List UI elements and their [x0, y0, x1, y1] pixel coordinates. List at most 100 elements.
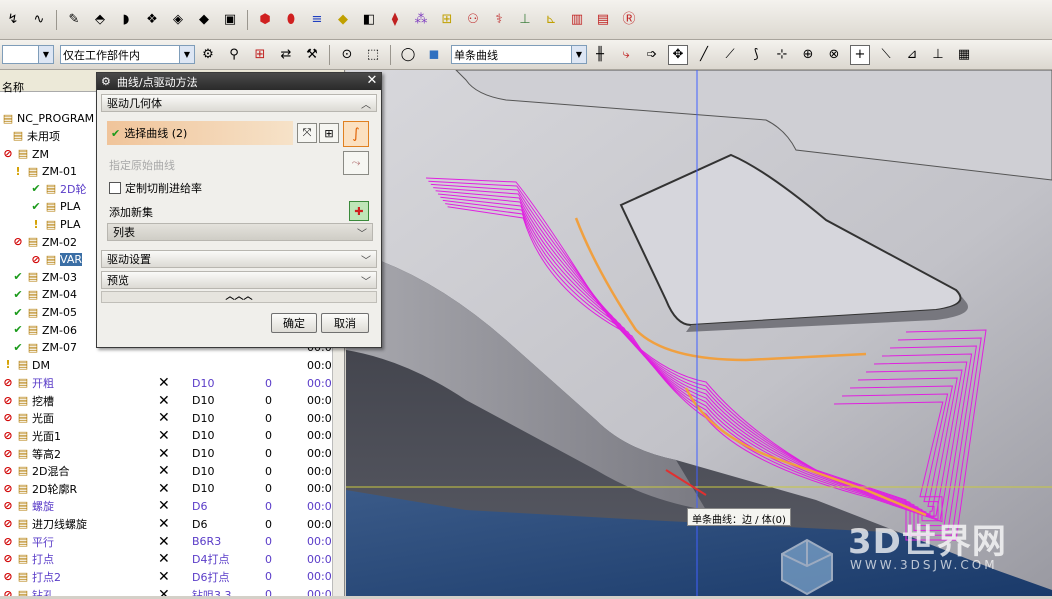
- layer-icon[interactable]: ≡: [307, 10, 327, 30]
- item-name: ZM: [32, 147, 50, 161]
- column-name-header[interactable]: 名称: [2, 79, 24, 94]
- list-item[interactable]: ⊘ ▤ 挖槽 ✕ D10 0 00:0: [0, 392, 344, 410]
- dialog-titlebar[interactable]: ⚙ 曲线/点驱动方法 ✕: [97, 73, 381, 90]
- ok-button[interactable]: 确定: [271, 313, 317, 333]
- feature-curves-icon[interactable]: ➩: [642, 45, 662, 65]
- grid-icon[interactable]: ⊞: [437, 10, 457, 30]
- cube-icon[interactable]: ◧: [359, 10, 379, 30]
- add-curve-icon[interactable]: ⊞: [319, 123, 339, 143]
- axis-icon[interactable]: ⊾: [541, 10, 561, 30]
- curve-point-drive-dialog: ⚙ 曲线/点驱动方法 ✕ 驱动几何体 ︿ ✔ 选择曲线 (2) ⤧ ⊞ ∫ 指定…: [96, 72, 382, 348]
- midpoint-icon[interactable]: ⟋: [720, 45, 740, 65]
- chevron-down-icon[interactable]: ﹀: [357, 225, 367, 240]
- chevron-up-icon[interactable]: ︿: [361, 96, 371, 111]
- list-header[interactable]: 列表 ﹀: [107, 223, 373, 241]
- chevron-down-icon[interactable]: ﹀: [361, 252, 371, 267]
- curve-select-icon[interactable]: ∫: [343, 121, 369, 147]
- start-curve-icon[interactable]: ⤳: [343, 151, 369, 175]
- point-icon[interactable]: ⚇: [463, 10, 483, 30]
- operation-icon: ▤: [27, 164, 39, 178]
- scope-filter-combo[interactable]: 仅在工作部件内 ▼: [60, 45, 195, 64]
- chevron-down-icon[interactable]: ▼: [179, 46, 194, 63]
- part-icon[interactable]: ▥: [567, 10, 587, 30]
- box-icon[interactable]: ◼: [424, 45, 444, 65]
- list-item[interactable]: ⊘ ▤ 螺旋 ✕ D6 0 00:0: [0, 498, 344, 516]
- rectangle-select-icon[interactable]: ⬚: [363, 45, 383, 65]
- list-item[interactable]: ⊘ ▤ 2D轮廓R ✕ D10 0 00:0: [0, 480, 344, 498]
- cylinder-icon[interactable]: ⬮: [281, 10, 301, 30]
- chevron-down-icon[interactable]: ﹀: [361, 273, 371, 288]
- existing-point-icon[interactable]: +: [850, 44, 870, 65]
- render-icon[interactable]: ⬢: [255, 10, 275, 30]
- item-number: 0: [265, 552, 272, 566]
- extrude-icon[interactable]: ⬘: [90, 10, 110, 30]
- reverse-direction-icon[interactable]: ⤧: [297, 123, 317, 143]
- list-item[interactable]: ⊘ ▤ 2D混合 ✕ D10 0 00:0: [0, 462, 344, 480]
- section-drive-geometry[interactable]: 驱动几何体 ︿: [101, 94, 377, 112]
- measure-icon[interactable]: ⊥: [515, 10, 535, 30]
- chevron-down-icon[interactable]: ▼: [571, 46, 586, 63]
- list-item[interactable]: ⊘ ▤ 打点 ✕ D4打点 0 00:0: [0, 551, 344, 569]
- list-item[interactable]: ⊘ ▤ 光面 ✕ D10 0 00:0: [0, 410, 344, 428]
- list-item[interactable]: ⊘ ▤ 钻孔 ✕ 钻咀3.3 0 00:0: [0, 586, 344, 596]
- list-item[interactable]: ! ▤ DM 00:0: [0, 357, 344, 375]
- assembly-filter-icon[interactable]: ⚙: [198, 45, 218, 65]
- cancel-button[interactable]: 取消: [321, 313, 369, 333]
- sweep-icon[interactable]: ❖: [142, 10, 162, 30]
- close-icon[interactable]: ✕: [365, 74, 379, 88]
- snap-point-toggle-icon[interactable]: ✥: [668, 44, 688, 65]
- analysis-icon[interactable]: ⚕: [489, 10, 509, 30]
- operation-icon: ▤: [45, 199, 57, 213]
- arc-center-icon[interactable]: ⊕: [798, 45, 818, 65]
- blend-icon[interactable]: ◈: [168, 10, 188, 30]
- revolve-icon[interactable]: ◗: [116, 10, 136, 30]
- list-item[interactable]: ⊘ ▤ 光面1 ✕ D10 0 00:0: [0, 427, 344, 445]
- paint-icon[interactable]: ◆: [333, 10, 353, 30]
- group-icon[interactable]: ⁂: [411, 10, 431, 30]
- wizard-icon[interactable]: ⚒: [302, 45, 322, 65]
- section-preview[interactable]: 预览 ﹀: [101, 271, 377, 289]
- gear-icon[interactable]: ⚙: [101, 75, 111, 88]
- section-drive-settings[interactable]: 驱动设置 ﹀: [101, 250, 377, 268]
- list-item[interactable]: ⊘ ▤ 等高2 ✕ D10 0 00:0: [0, 445, 344, 463]
- bounded-point-icon[interactable]: ⊥: [928, 45, 948, 65]
- curve-rule-combo[interactable]: 单条曲线 ▼: [451, 45, 587, 64]
- assembly-icon[interactable]: ▤: [593, 10, 613, 30]
- move-icon[interactable]: ⇄: [276, 45, 296, 65]
- intersection-icon[interactable]: ⊹: [772, 45, 792, 65]
- item-time: 00:0: [307, 411, 332, 425]
- point-on-curve-icon[interactable]: ⟍: [876, 45, 896, 65]
- red-frame-icon[interactable]: Ⓡ: [619, 10, 639, 30]
- custom-feed-row[interactable]: 定制切削进给率: [109, 180, 202, 196]
- select-feature-icon[interactable]: ⚲: [224, 45, 244, 65]
- point-on-face-icon[interactable]: ⊿: [902, 45, 922, 65]
- solid-icon[interactable]: ◯: [398, 45, 418, 65]
- select-circle-icon[interactable]: ⊙: [337, 45, 357, 65]
- list-item[interactable]: ⊘ ▤ 打点2 ✕ D6打点 0 00:0: [0, 568, 344, 586]
- section-icon[interactable]: ⧫: [385, 10, 405, 30]
- list-item[interactable]: ⊘ ▤ 平行 ✕ B6R3 0 00:0: [0, 533, 344, 551]
- stop-at-intersection-icon[interactable]: ╫: [590, 45, 610, 65]
- collapse-more-icon[interactable]: ︿︿︿: [101, 291, 377, 303]
- chevron-down-icon[interactable]: ▼: [38, 46, 53, 63]
- snap-grid-icon[interactable]: ▦: [954, 45, 974, 65]
- follow-fillet-icon[interactable]: ⤷: [616, 45, 636, 65]
- curve-tool-icon[interactable]: ↯: [3, 10, 23, 30]
- shell-icon[interactable]: ▣: [220, 10, 240, 30]
- sketch-icon[interactable]: ✎: [64, 10, 84, 30]
- control-point-icon[interactable]: ⟆: [746, 45, 766, 65]
- quadrant-icon[interactable]: ⊗: [824, 45, 844, 65]
- item-tool: D10: [192, 394, 215, 408]
- type-filter-combo[interactable]: ▼: [2, 45, 54, 64]
- snap-icon[interactable]: ⊞: [250, 45, 270, 65]
- endpoint-icon[interactable]: ╱: [694, 45, 714, 65]
- custom-feed-checkbox[interactable]: [109, 182, 121, 194]
- select-curve-row[interactable]: ✔ 选择曲线 (2): [107, 121, 293, 145]
- list-item[interactable]: ⊘ ▤ 进刀线螺旋 ✕ D6 0 00:0: [0, 515, 344, 533]
- section-drive-geometry-label: 驱动几何体: [107, 97, 162, 110]
- warning-icon: !: [33, 217, 39, 231]
- list-item[interactable]: ⊘ ▤ 开粗 ✕ D10 0 00:0: [0, 374, 344, 392]
- chamfer-icon[interactable]: ◆: [194, 10, 214, 30]
- spline-tool-icon[interactable]: ∿: [29, 10, 49, 30]
- add-new-set-icon[interactable]: ✚: [349, 201, 369, 221]
